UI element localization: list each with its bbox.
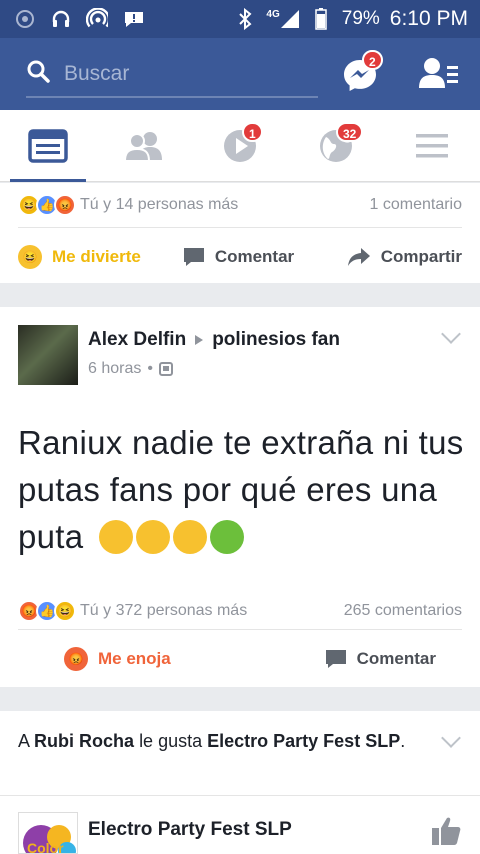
angry-icon: 😡 [54, 194, 76, 216]
tab-friends[interactable] [96, 110, 192, 182]
messenger-badge: 2 [362, 50, 383, 70]
battery-percent: 79% [341, 8, 380, 29]
battery-icon [310, 8, 332, 30]
hamburger-icon [416, 134, 448, 158]
reaction-icons: 😡 👍 😆 [18, 600, 76, 622]
tears-of-joy-emoji [135, 520, 170, 554]
tears-of-joy-emoji [172, 520, 207, 554]
bluetooth-icon [234, 8, 256, 30]
post-card: Alex Delfin polinesios fan 6 horas • Ran… [0, 307, 480, 687]
page-name[interactable]: Electro Party Fest SLP [207, 731, 400, 751]
share-icon [347, 247, 370, 266]
haha-icon: 😆 [54, 600, 76, 622]
post-header: Alex Delfin polinesios fan 6 horas • [0, 307, 480, 387]
tears-of-joy-emoji [98, 520, 133, 554]
post-actions: 😆 Me divierte Comentar Compartir [18, 227, 462, 285]
tab-notifications[interactable]: 32 [288, 110, 384, 182]
notifications-badge: 32 [336, 122, 364, 142]
reactions-text: Tú y 372 personas más [80, 602, 248, 619]
friend-requests-icon [419, 58, 458, 88]
messenger-button[interactable]: 2 [340, 50, 383, 96]
group-privacy-icon [158, 362, 173, 376]
search-input[interactable] [64, 62, 304, 86]
arrow-right-icon [195, 335, 204, 345]
friends-icon [124, 132, 162, 162]
author-name[interactable]: Alex Delfin [88, 329, 186, 351]
news-feed-icon [28, 129, 68, 163]
reaction-button[interactable]: 😆 Me divierte [18, 244, 141, 269]
story-context: A Rubi Rocha le gusta Electro Party Fest… [18, 731, 406, 751]
svg-text:Color: Color [27, 840, 64, 854]
search-bar[interactable] [26, 52, 318, 98]
tab-bar: 1 32 [0, 110, 480, 182]
reaction-icons: 😆 👍 😡 [18, 194, 76, 216]
reactions-summary[interactable]: 😡 👍 😆 Tú y 372 personas más 265 comentar… [0, 589, 480, 633]
divider [0, 795, 480, 796]
post-text: Raniux nadie te extraña ni tus putas fan… [18, 424, 464, 555]
post-card: A Rubi Rocha le gusta Electro Party Fest… [0, 711, 480, 854]
meta-separator: • [147, 360, 153, 377]
share-button[interactable]: Compartir [347, 247, 462, 267]
color-run-logo-icon: Color [23, 825, 76, 854]
comment-button[interactable]: Comentar [325, 649, 436, 669]
app-bar: 2 [0, 38, 480, 110]
clock: 6:10 PM [389, 7, 468, 30]
post-meta: 6 horas • [88, 360, 173, 378]
post-card: 😆 👍 😡 Tú y 14 personas más 1 comentario … [0, 183, 480, 283]
avatar[interactable] [18, 325, 78, 385]
chevron-down-icon[interactable] [441, 728, 461, 748]
post-time[interactable]: 6 horas [88, 360, 141, 378]
tab-video[interactable]: 1 [192, 110, 288, 182]
group-name[interactable]: polinesios fan [212, 329, 340, 351]
angry-icon: 😡 [64, 646, 88, 671]
signal-icon [280, 10, 299, 28]
hotspot-icon [86, 8, 108, 30]
chat-alert-icon [122, 8, 144, 30]
page-avatar[interactable]: Color [18, 812, 78, 854]
friend-requests-button[interactable] [418, 56, 460, 94]
search-icon [26, 59, 52, 90]
headset-icon [50, 8, 72, 30]
post-actions: 😡 Me enoja Comentar [18, 629, 462, 687]
network-signal: 4G [266, 9, 299, 29]
comments-count[interactable]: 1 comentario [370, 196, 463, 214]
comment-icon [183, 247, 204, 266]
reactions-summary[interactable]: 😆 👍 😡 Tú y 14 personas más 1 comentario [0, 183, 480, 227]
friend-name[interactable]: Rubi Rocha [34, 731, 134, 751]
video-badge: 1 [242, 122, 263, 142]
like-page-button[interactable] [430, 815, 462, 852]
page-title[interactable]: Electro Party Fest SLP [88, 819, 292, 841]
chevron-down-icon[interactable] [441, 324, 461, 344]
status-bar: 4G 79% 6:10 PM [0, 0, 480, 38]
post-author-line: Alex Delfin polinesios fan [88, 329, 340, 351]
thumbs-up-icon [432, 817, 461, 845]
record-icon [14, 8, 36, 30]
comment-icon [325, 649, 346, 668]
frog-emoji [209, 520, 244, 554]
tab-menu[interactable] [384, 110, 480, 182]
comment-button[interactable]: Comentar [183, 247, 294, 267]
reactions-text: Tú y 14 personas más [80, 196, 239, 213]
comments-count[interactable]: 265 comentarios [344, 602, 462, 620]
tab-news-feed[interactable] [0, 110, 96, 182]
reaction-button[interactable]: 😡 Me enoja [64, 646, 171, 671]
haha-icon: 😆 [18, 244, 42, 269]
